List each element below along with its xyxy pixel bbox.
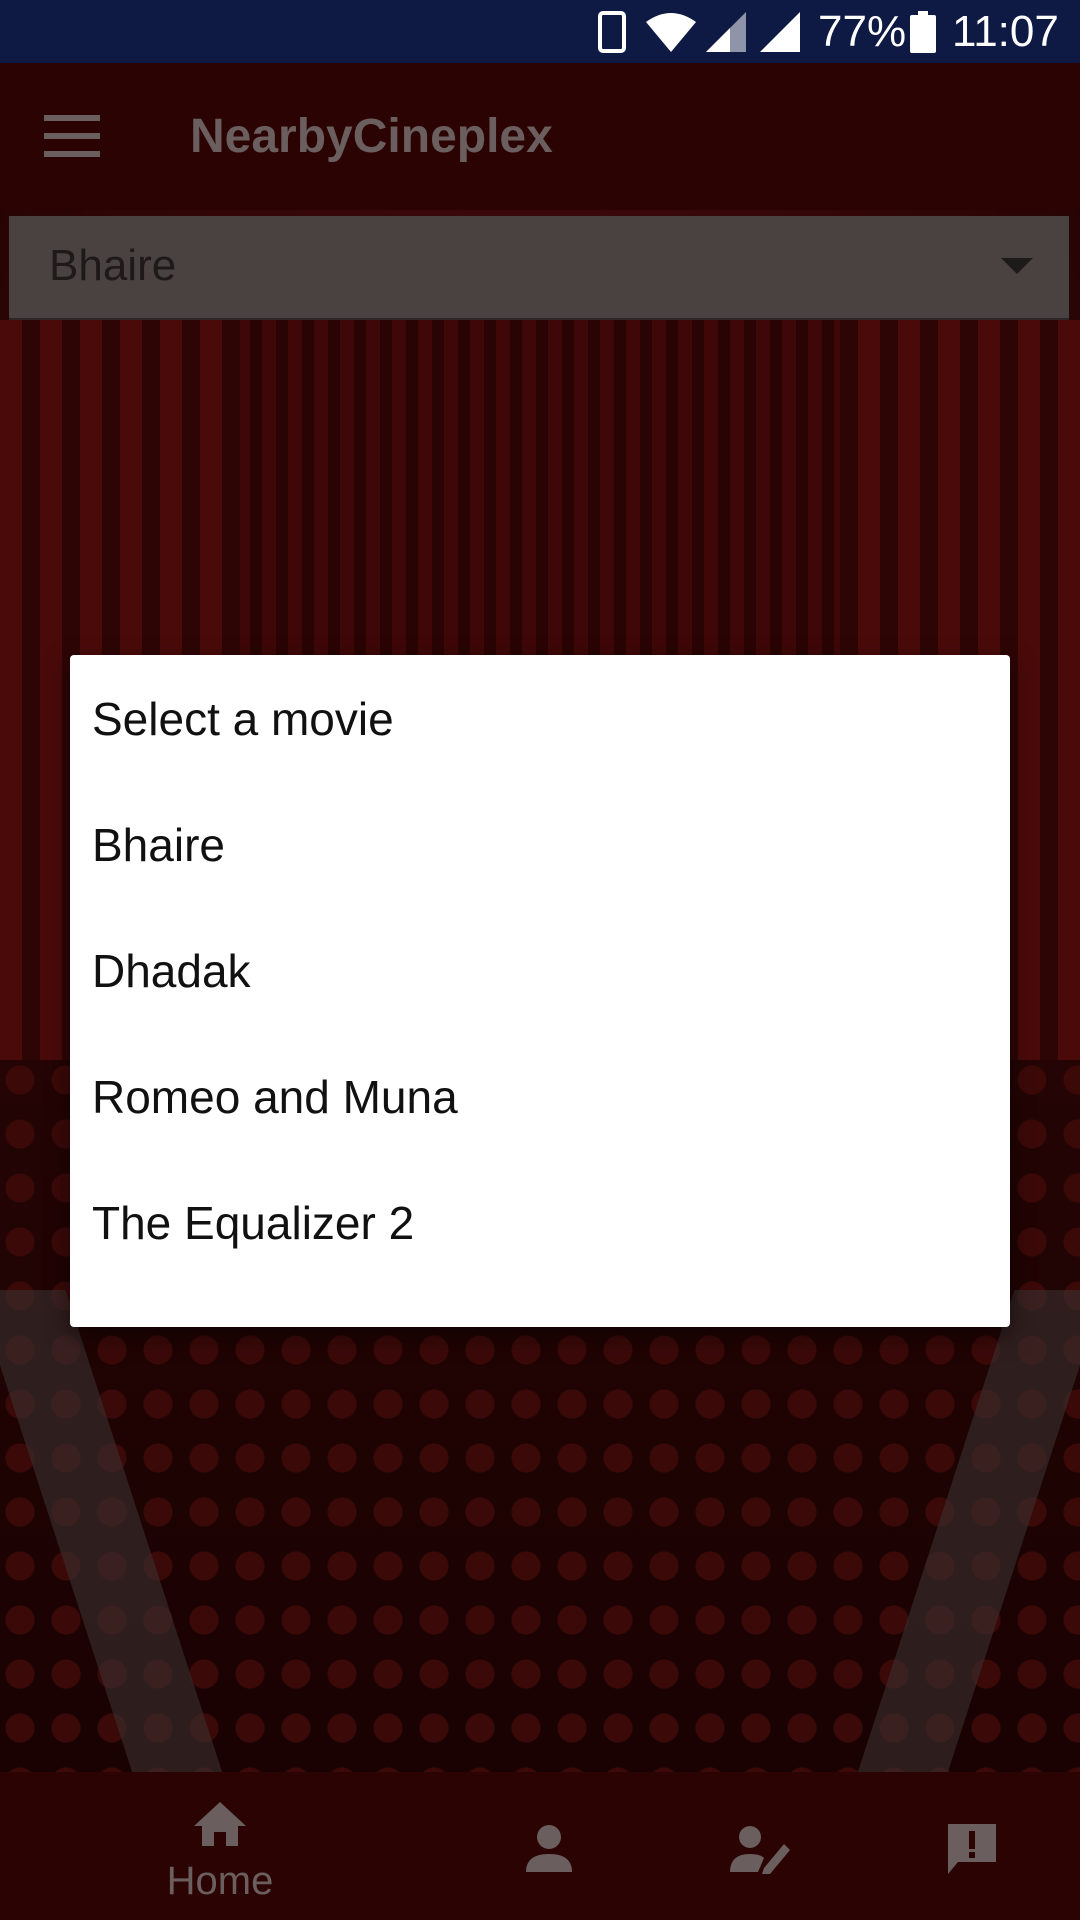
dialog-option-label: Romeo and Muna (92, 1071, 458, 1123)
dialog-option-dhadak[interactable]: Dhadak (70, 907, 1010, 1033)
nav-home-label: Home (166, 1859, 274, 1903)
dialog-option-the-equalizer-2[interactable]: The Equalizer 2 (70, 1159, 1010, 1285)
dropdown-arrow-icon (1001, 258, 1033, 274)
dialog-option-select-a-movie[interactable]: Select a movie (70, 655, 1010, 781)
dialog-option-label: The Equalizer 2 (92, 1197, 415, 1249)
app-bar: NearbyCineplex (0, 63, 1080, 210)
screen: 77% 11:07 NearbyCineplex Bhaire Home Sel… (0, 0, 1080, 1920)
battery-percent: 77% (818, 7, 907, 56)
dialog-option-label: Dhadak (92, 945, 251, 997)
phone-icon (598, 11, 626, 53)
feedback-icon (948, 1824, 996, 1874)
app-title: NearbyCineplex (190, 110, 553, 163)
movie-spinner[interactable]: Bhaire (9, 216, 1069, 320)
battery-icon (910, 11, 936, 53)
rate-review-icon (730, 1826, 790, 1874)
dialog-option-label: Bhaire (92, 819, 225, 871)
cell-signal-icon (760, 12, 800, 52)
dialog-option-bhaire[interactable]: Bhaire (70, 781, 1010, 907)
dialog-option-romeo-and-muna[interactable]: Romeo and Muna (70, 1033, 1010, 1159)
cell-signal-icon (706, 12, 746, 52)
person-icon (526, 1825, 572, 1872)
spinner-selected-value: Bhaire (49, 241, 177, 290)
bottom-navigation: Home (0, 1772, 1080, 1920)
nav-profile[interactable] (520, 1772, 576, 1920)
status-bar: 77% 11:07 (0, 0, 1080, 63)
nav-review[interactable] (730, 1772, 790, 1920)
nav-feedback[interactable] (944, 1772, 1004, 1920)
hamburger-menu-icon[interactable] (44, 115, 100, 157)
home-icon (194, 1802, 246, 1846)
status-time: 11:07 (952, 7, 1059, 56)
dialog-option-label: Select a movie (92, 693, 394, 745)
movie-select-dialog: Select a movie Bhaire Dhadak Romeo and M… (70, 655, 1010, 1327)
wifi-icon (646, 13, 696, 52)
nav-home[interactable]: Home (150, 1772, 290, 1920)
